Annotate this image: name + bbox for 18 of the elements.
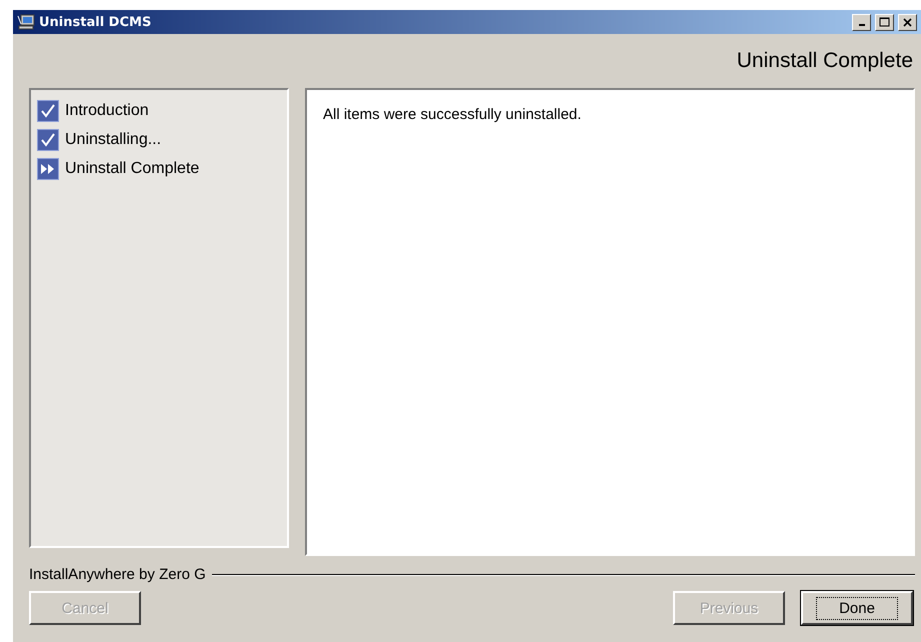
default-button[interactable]: Done xyxy=(801,591,913,625)
window-title: Uninstall DCMS xyxy=(39,14,152,30)
step-label: Uninstall Complete xyxy=(65,160,200,178)
fast-forward-icon xyxy=(37,158,59,180)
computer-icon xyxy=(17,14,35,30)
checkmark-icon xyxy=(37,129,59,151)
maximize-button[interactable] xyxy=(875,14,894,30)
status-message: All items were successfully uninstalled. xyxy=(323,106,582,123)
step-label: Introduction xyxy=(65,102,149,120)
close-icon xyxy=(903,18,912,26)
checkmark-icon xyxy=(37,100,59,122)
maximize-icon xyxy=(879,17,890,27)
step-label: Uninstalling... xyxy=(65,131,162,149)
minimize-button[interactable] xyxy=(852,14,871,30)
page-heading: Uninstall Complete xyxy=(736,49,913,73)
minimize-icon xyxy=(858,24,864,26)
close-button[interactable] xyxy=(898,14,917,30)
branding-label: InstallAnywhere by Zero G xyxy=(29,566,206,583)
